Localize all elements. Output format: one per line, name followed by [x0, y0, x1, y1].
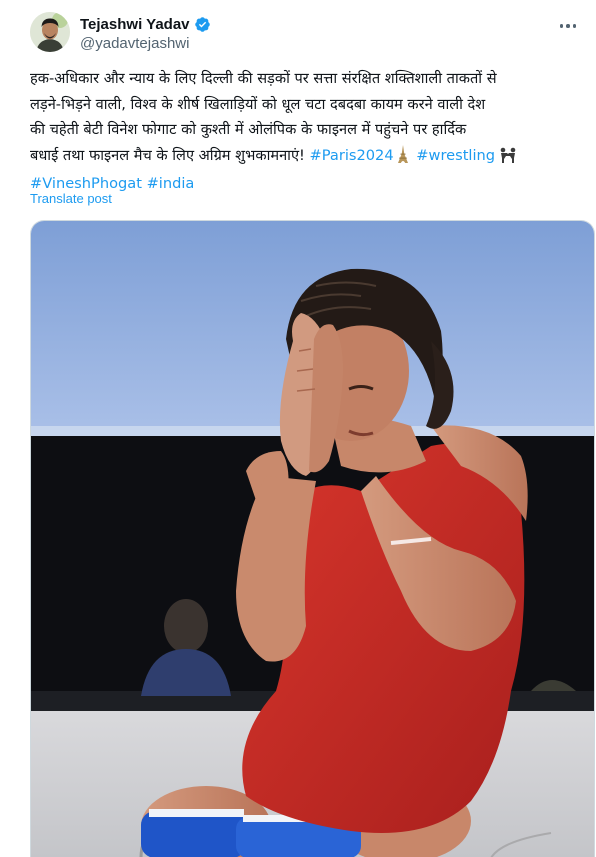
translate-post-link[interactable]: Translate post — [30, 191, 112, 206]
post-text: हक-अधिकार और न्याय के लिए दिल्ली की सड़क… — [30, 66, 590, 197]
hashtag-vineshphogat[interactable]: #VineshPhogat — [30, 175, 142, 192]
more-horizontal-icon — [558, 24, 578, 28]
eiffel-tower-emoji-icon — [397, 144, 409, 172]
post-text-line-2: लड़ने-भिड़ने वाली, विश्व के शीर्ष खिलाड़… — [30, 95, 486, 113]
hashtag-india[interactable]: #india — [147, 175, 195, 192]
post-text-line-4: बधाई तथा फाइनल मैच के लिए अग्रिम शुभकामन… — [30, 143, 590, 172]
post-text-line-4-body: बधाई तथा फाइनल मैच के लिए अग्रिम शुभकामन… — [30, 146, 305, 164]
hashtag-paris2024[interactable]: #Paris2024 — [310, 147, 394, 164]
post-text-line-5: #VineshPhogat #india — [30, 171, 590, 197]
post-text-line-3: की चहेती बेटी विनेश फोगाट को कुश्ती में … — [30, 121, 467, 138]
post[interactable]: Tejashwi Yadav @yadavtejashwi हक-अधिकार … — [0, 0, 596, 857]
name-row: Tejashwi Yadav — [80, 14, 211, 34]
author-display-name[interactable]: Tejashwi Yadav — [80, 16, 190, 33]
post-photo[interactable] — [30, 220, 595, 857]
wrestlers-emoji-icon — [498, 146, 518, 172]
more-options-button[interactable] — [554, 12, 582, 40]
post-text-line-1: हक-अधिकार और न्याय के लिए दिल्ली की सड़क… — [30, 70, 497, 87]
verified-badge-icon — [194, 16, 211, 33]
avatar[interactable] — [30, 12, 70, 52]
hashtag-wrestling[interactable]: #wrestling — [416, 147, 495, 164]
author-block: Tejashwi Yadav @yadavtejashwi — [80, 14, 211, 52]
author-handle[interactable]: @yadavtejashwi — [80, 35, 211, 52]
